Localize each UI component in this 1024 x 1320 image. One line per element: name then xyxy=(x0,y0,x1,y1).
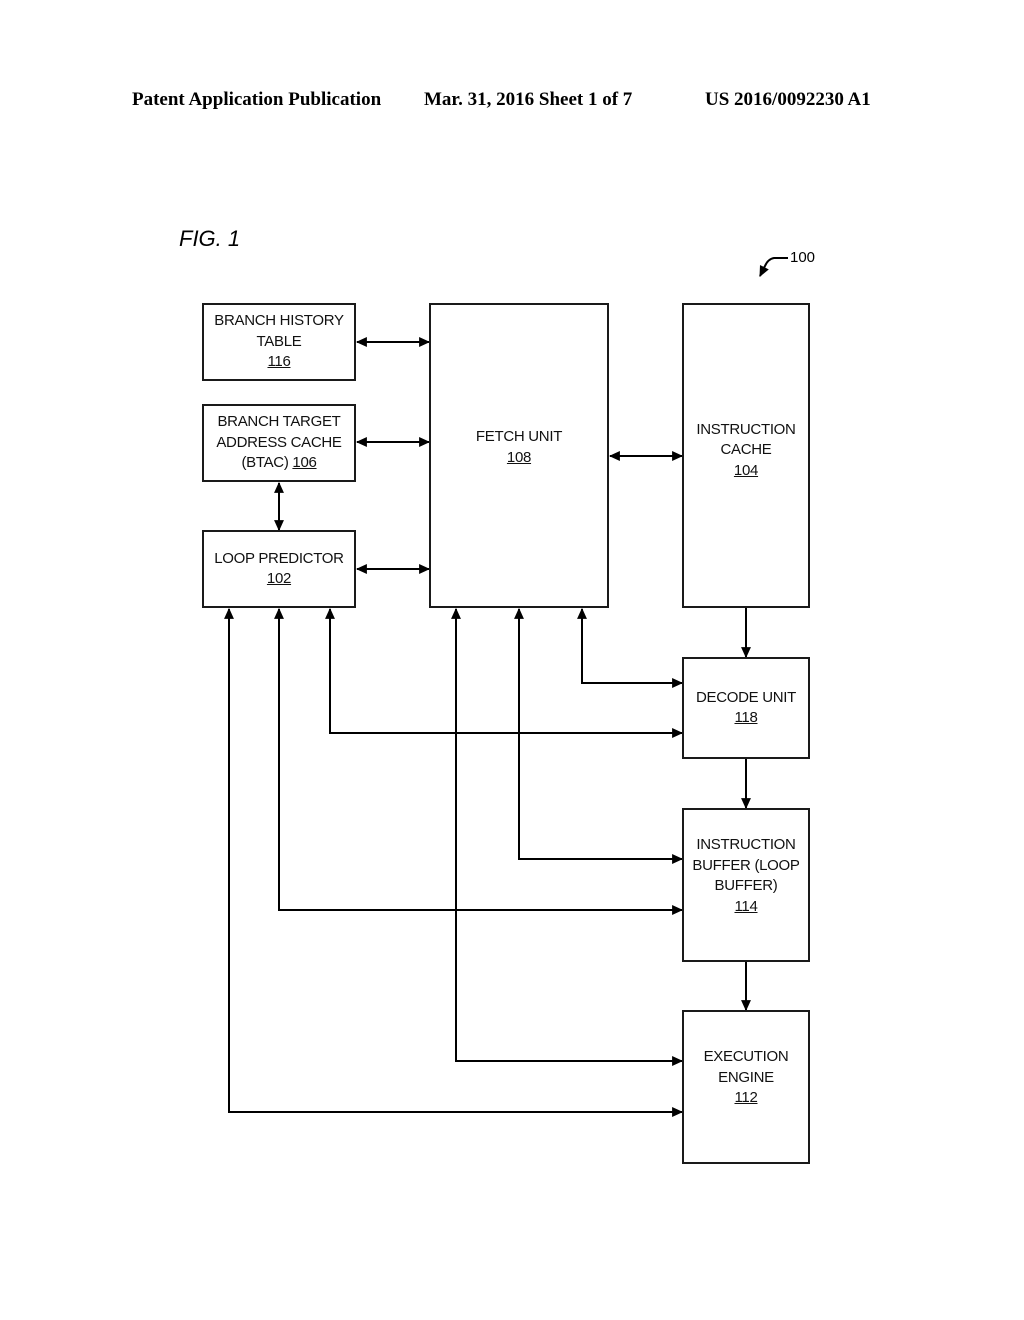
block-line: BRANCH TARGET xyxy=(217,413,341,431)
block-line: (BTAC) xyxy=(241,454,293,472)
loop-predictor-block: LOOP PREDICTOR 102 xyxy=(202,530,356,608)
block-line: INSTRUCTION xyxy=(696,836,796,853)
block-line: TABLE xyxy=(256,332,302,350)
reference-leader-arrow xyxy=(759,257,788,277)
block-number: 116 xyxy=(267,353,291,371)
connector-lp-decode xyxy=(325,607,684,738)
block-line: EXECUTION xyxy=(703,1048,789,1066)
block-line: INSTRUCTION xyxy=(696,420,796,438)
block-line: ENGINE xyxy=(718,1068,774,1086)
btac-block: BRANCH TARGET ADDRESS CACHE (BTAC) 106 xyxy=(202,404,356,482)
fetch-unit-block: FETCH UNIT 108 xyxy=(429,303,609,608)
block-line: ADDRESS CACHE xyxy=(216,433,342,451)
block-number: 118 xyxy=(734,709,758,726)
block-number: 102 xyxy=(266,570,292,587)
block-line-with-number: (BTAC) 106 xyxy=(241,453,316,474)
block-number: 112 xyxy=(734,1089,758,1107)
branch-history-table-block: BRANCH HISTORY TABLE 116 xyxy=(202,303,356,381)
decode-unit-block: DECODE UNIT 118 xyxy=(682,657,810,759)
connector-fetch-exec xyxy=(451,607,684,1066)
instruction-cache-block: INSTRUCTION CACHE 104 xyxy=(682,303,810,608)
block-line: BRANCH HISTORY xyxy=(214,312,344,330)
block-line: BUFFER) xyxy=(714,877,778,894)
block-number: 114 xyxy=(734,897,758,915)
block-line: FETCH UNIT xyxy=(475,428,563,445)
block-number: 108 xyxy=(506,448,532,466)
connector-fetch-decode xyxy=(577,607,684,688)
block-number: 104 xyxy=(733,461,759,479)
execution-engine-block: EXECUTION ENGINE 112 xyxy=(682,1010,810,1164)
instruction-buffer-block: INSTRUCTION BUFFER (LOOP BUFFER) 114 xyxy=(682,808,810,962)
block-line: LOOP PREDICTOR xyxy=(214,549,344,567)
block-number: 106 xyxy=(292,454,317,472)
block-line: CACHE xyxy=(720,441,772,459)
block-line: BUFFER (LOOP xyxy=(692,856,800,874)
connector-layer xyxy=(224,257,788,1117)
connector-lp-ibuf xyxy=(274,607,684,915)
block-line: DECODE UNIT xyxy=(695,688,797,706)
